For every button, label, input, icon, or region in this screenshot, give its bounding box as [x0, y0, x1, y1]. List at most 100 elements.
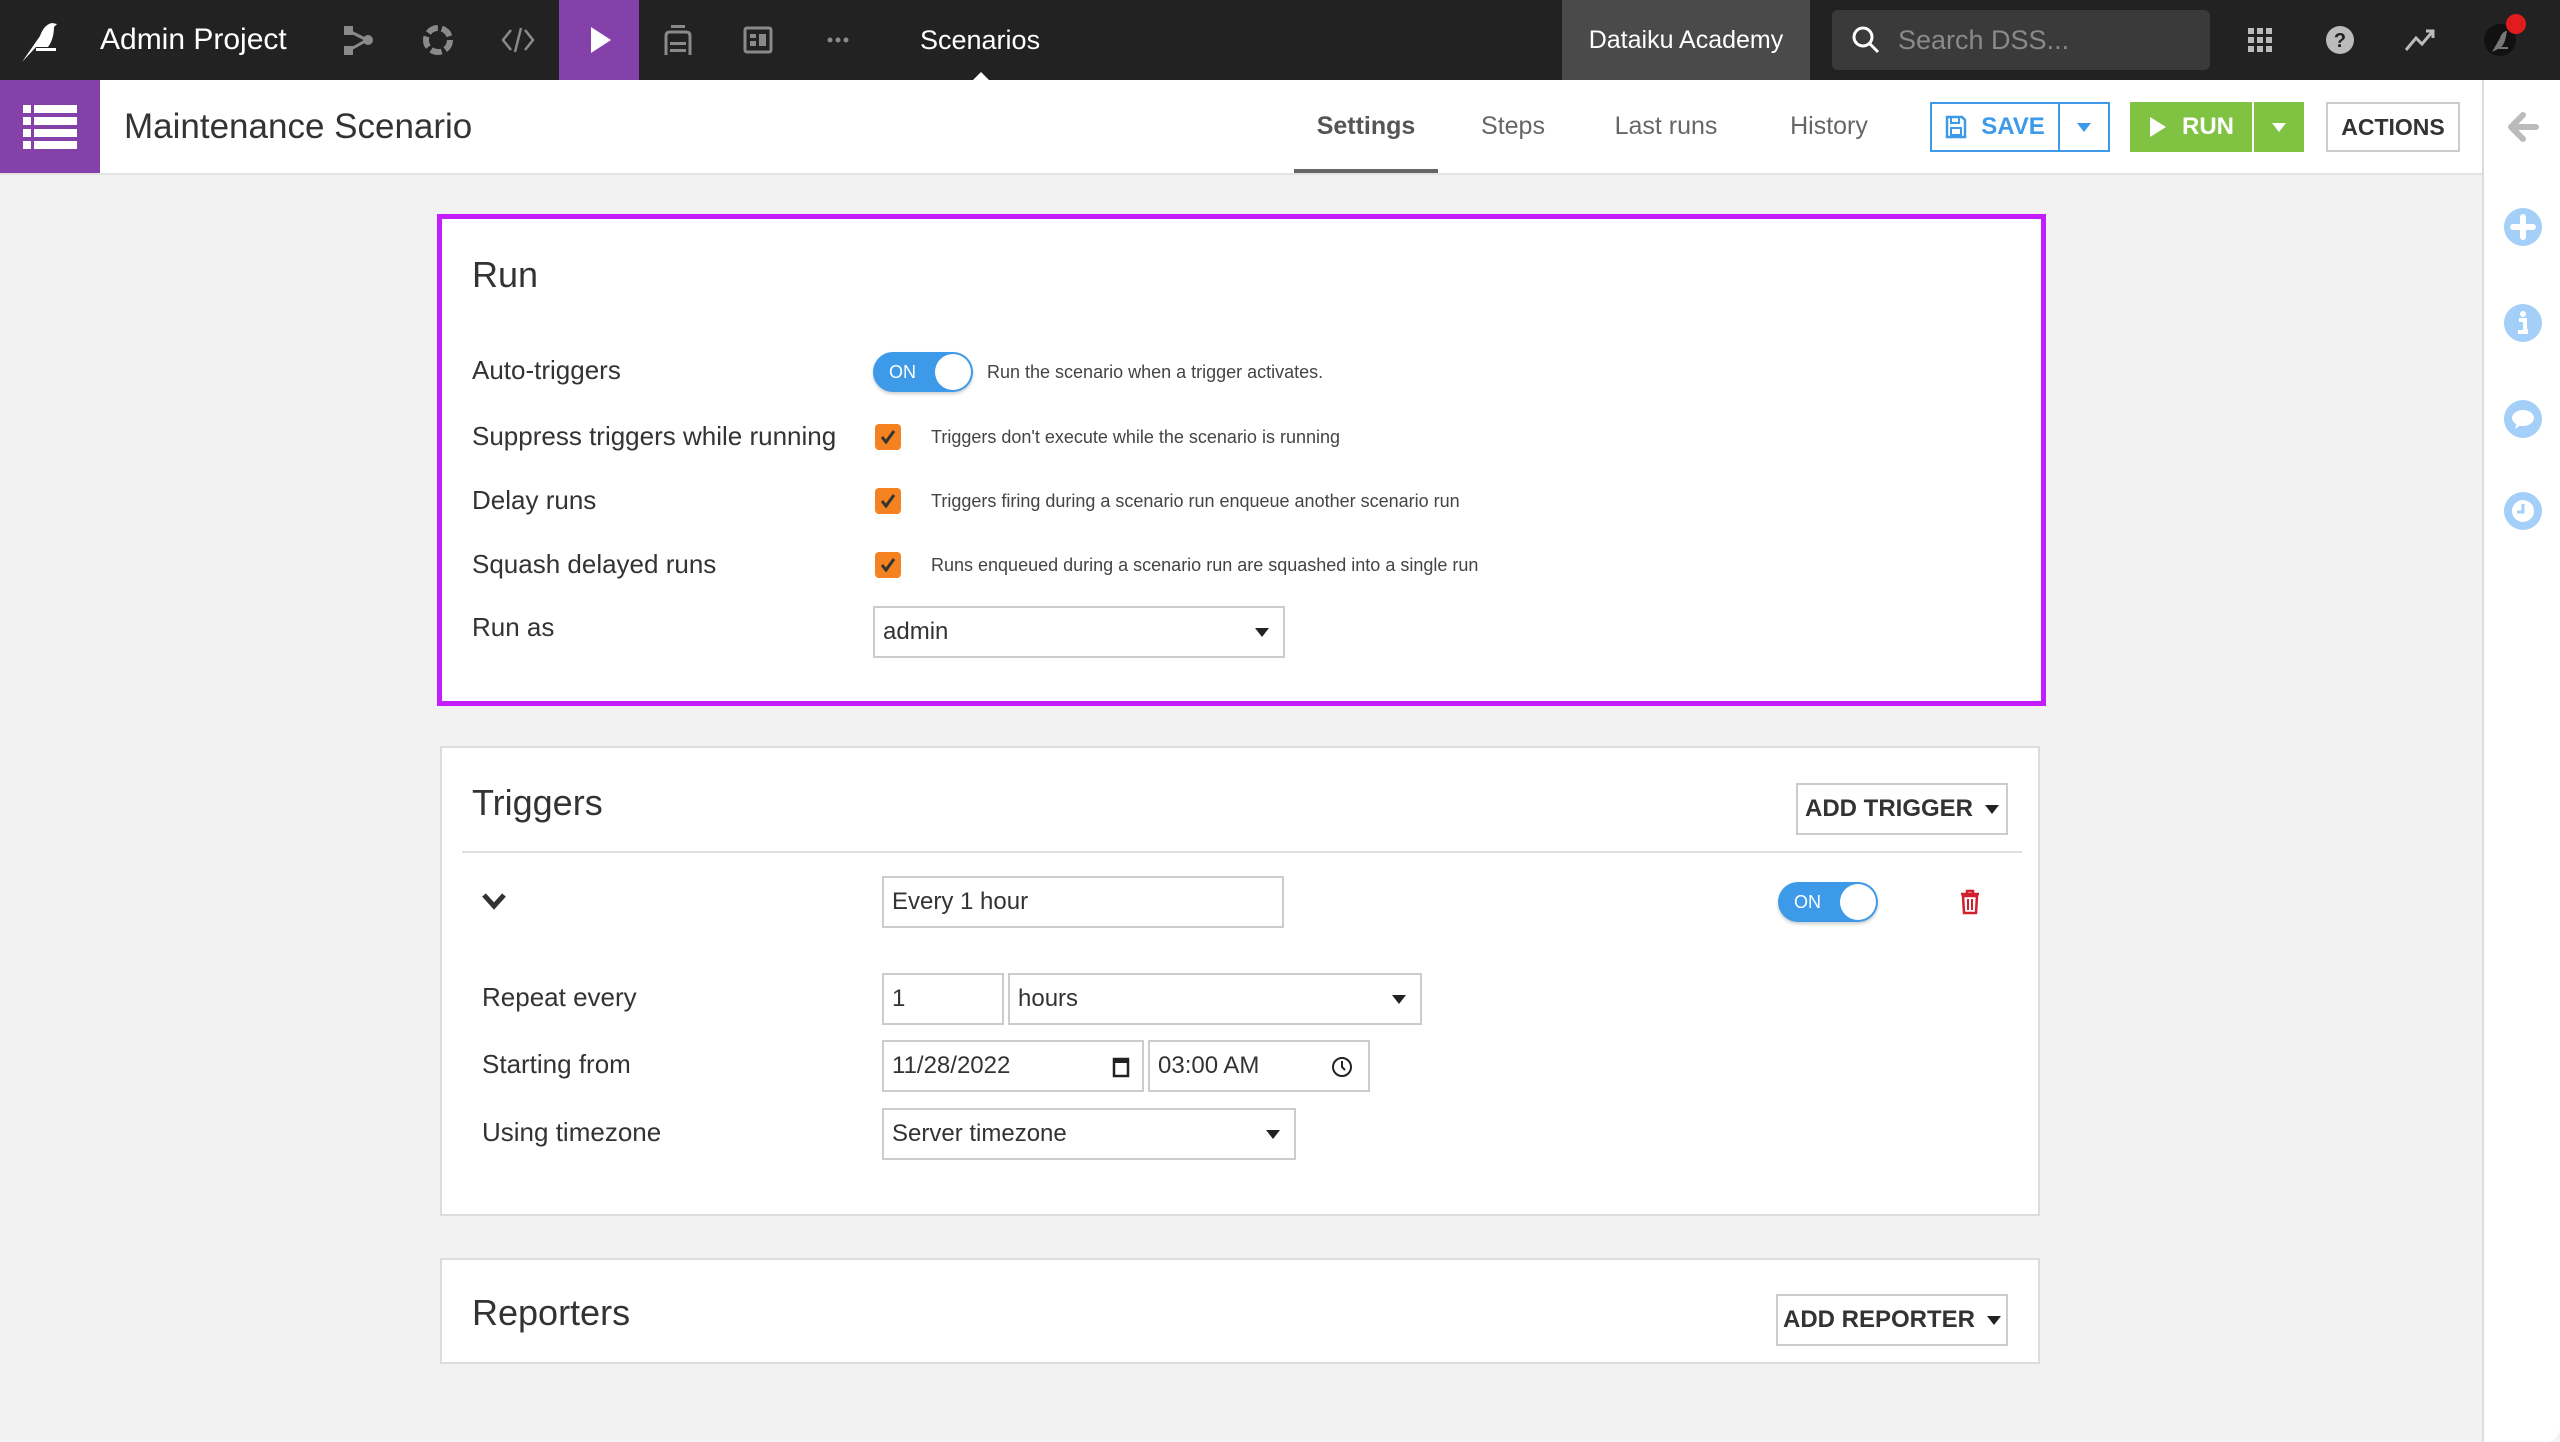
run-button-group: RUN	[2130, 102, 2304, 152]
reporters-section-title: Reporters	[472, 1292, 631, 1333]
auto-triggers-label: Auto-triggers	[472, 355, 621, 385]
run-dropdown-button[interactable]	[2254, 102, 2304, 152]
start-time-value: 03:00 AM	[1158, 1052, 1260, 1079]
reporters-card: Reporters ADD REPORTER	[440, 1258, 2040, 1364]
save-label: SAVE	[1981, 113, 2045, 140]
triggers-divider	[462, 851, 2022, 853]
suppress-triggers-label: Suppress triggers while running	[472, 421, 837, 451]
more-dots-icon[interactable]	[798, 0, 878, 80]
help-icon[interactable]: ?	[2320, 20, 2360, 60]
suppress-triggers-help: Triggers don't execute while the scenari…	[931, 427, 1340, 447]
delay-runs-label: Delay runs	[472, 485, 597, 515]
squash-runs-help: Runs enqueued during a scenario run are …	[931, 555, 1479, 575]
repeat-every-input[interactable]: 1	[882, 973, 1004, 1025]
dataiku-bird-logo-icon[interactable]	[14, 14, 66, 66]
project-name[interactable]: Admin Project	[100, 0, 287, 80]
tab-settings[interactable]: Settings	[1294, 80, 1438, 173]
right-sidebar	[2482, 80, 2560, 1442]
tab-history[interactable]: History	[1776, 80, 1882, 173]
chevron-down-icon	[2272, 122, 2286, 132]
code-icon[interactable]	[478, 0, 558, 80]
chevron-down-icon	[1392, 995, 1406, 1004]
toggle-knob	[935, 354, 971, 390]
floppy-disk-icon	[1945, 115, 1967, 139]
suppress-triggers-checkbox[interactable]	[875, 424, 901, 450]
add-circle-icon[interactable]	[2503, 207, 2543, 247]
wiki-stack-icon[interactable]	[638, 0, 718, 80]
save-button[interactable]: SAVE	[1932, 104, 2060, 150]
toggle-state-label: ON	[1794, 892, 1821, 912]
tab-steps[interactable]: Steps	[1470, 80, 1556, 173]
chevron-down-icon	[1255, 628, 1269, 637]
run-button[interactable]: RUN	[2130, 102, 2254, 152]
top-navigation-bar: Admin Project Scenarios Dataiku Academy …	[0, 0, 2560, 81]
timeline-clock-icon[interactable]	[2503, 491, 2543, 531]
checkmark-icon	[880, 558, 896, 573]
start-date-input[interactable]: 11/28/2022	[882, 1040, 1144, 1092]
chevron-down-icon	[2077, 122, 2091, 132]
run-as-label: Run as	[472, 612, 555, 642]
run-as-select[interactable]: admin	[873, 606, 1285, 658]
add-trigger-button[interactable]: ADD TRIGGER	[1796, 783, 2008, 835]
repeat-every-value: 1	[892, 985, 906, 1012]
toggle-knob	[1840, 884, 1876, 920]
dashboard-icon[interactable]	[718, 0, 798, 80]
starting-from-label: Starting from	[482, 1049, 631, 1079]
info-circle-icon[interactable]	[2503, 303, 2543, 343]
save-button-group: SAVE	[1930, 102, 2110, 152]
clock-icon[interactable]	[1330, 1055, 1354, 1079]
trigger-name-input[interactable]: Every 1 hour	[882, 876, 1284, 928]
repeat-unit-select[interactable]: hours	[1008, 973, 1422, 1025]
chevron-down-icon	[1985, 804, 1999, 814]
run-settings-card: Run Auto-triggers ON Run the scenario wh…	[437, 214, 2046, 706]
trash-delete-icon[interactable]	[1958, 888, 1982, 916]
checkmark-icon	[880, 494, 896, 509]
triggers-card: Triggers ADD TRIGGER Every 1 hour ON Rep…	[440, 746, 2040, 1216]
squash-runs-checkbox[interactable]	[875, 552, 901, 578]
activity-trend-icon[interactable]	[2400, 20, 2440, 60]
repeat-unit-value: hours	[1018, 985, 1079, 1012]
trigger-name-value: Every 1 hour	[892, 888, 1029, 915]
run-label: RUN	[2182, 113, 2234, 140]
timezone-select[interactable]: Server timezone	[882, 1108, 1296, 1160]
auto-triggers-help: Run the scenario when a trigger activate…	[987, 362, 1324, 382]
workspace-label[interactable]: Dataiku Academy	[1562, 0, 1810, 80]
add-reporter-label: ADD REPORTER	[1782, 1306, 1975, 1333]
repeat-every-label: Repeat every	[482, 982, 637, 1012]
chevron-down-icon[interactable]	[480, 890, 508, 912]
active-section-title[interactable]: Scenarios	[920, 0, 1040, 80]
delay-runs-help: Triggers firing during a scenario run en…	[931, 491, 1460, 511]
checkmark-icon	[880, 430, 896, 445]
page-header: Maintenance Scenario Settings Steps Last…	[0, 80, 2482, 175]
search-box[interactable]	[1832, 10, 2210, 70]
scenarios-play-icon[interactable]	[559, 0, 639, 80]
search-input[interactable]	[1898, 10, 2198, 70]
triggers-section-title: Triggers	[472, 782, 603, 823]
lab-icon[interactable]	[398, 0, 478, 80]
delay-runs-checkbox[interactable]	[875, 488, 901, 514]
svg-text:?: ?	[2334, 30, 2346, 52]
collapse-arrow-left-icon[interactable]	[2503, 107, 2543, 147]
calendar-icon[interactable]	[1112, 1055, 1130, 1079]
apps-grid-icon[interactable]	[2240, 20, 2280, 60]
run-section-title: Run	[472, 254, 539, 295]
add-reporter-button[interactable]: ADD REPORTER	[1776, 1294, 2008, 1346]
auto-triggers-toggle[interactable]: ON	[873, 352, 973, 392]
timezone-value: Server timezone	[892, 1120, 1067, 1147]
flow-icon[interactable]	[318, 0, 398, 80]
discussion-bubble-icon[interactable]	[2503, 399, 2543, 439]
run-as-value: admin	[883, 618, 949, 645]
add-trigger-label: ADD TRIGGER	[1805, 795, 1973, 822]
start-time-input[interactable]: 03:00 AM	[1148, 1040, 1370, 1092]
toggle-state-label: ON	[889, 362, 916, 382]
page-title: Maintenance Scenario	[124, 107, 473, 146]
using-timezone-label: Using timezone	[482, 1117, 662, 1147]
tab-last-runs[interactable]: Last runs	[1606, 80, 1726, 173]
save-dropdown-button[interactable]	[2060, 104, 2108, 150]
trigger-enabled-toggle[interactable]: ON	[1778, 882, 1878, 922]
scenario-list-icon[interactable]	[0, 80, 100, 173]
chevron-down-icon	[1266, 1130, 1280, 1139]
actions-button[interactable]: ACTIONS	[2326, 102, 2460, 152]
search-icon	[1852, 26, 1880, 54]
play-icon	[2150, 117, 2166, 137]
